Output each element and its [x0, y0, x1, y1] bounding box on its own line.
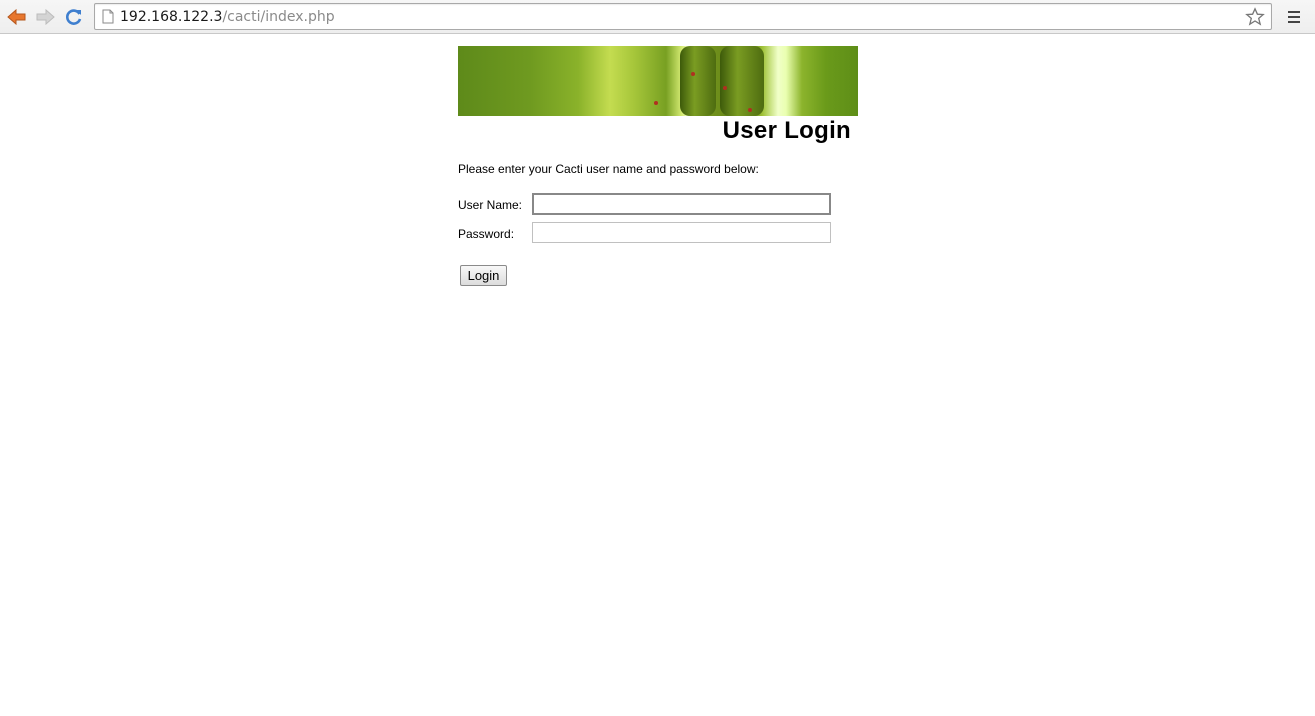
reload-icon [66, 9, 82, 25]
reload-button[interactable] [62, 5, 86, 29]
back-arrow-icon [7, 9, 26, 25]
hamburger-menu-icon[interactable] [1284, 7, 1304, 27]
login-button[interactable]: Login [460, 265, 507, 286]
back-button[interactable] [5, 5, 29, 29]
login-panel: User Login Please enter your Cacti user … [458, 46, 858, 286]
page-title: User Login [722, 117, 851, 144]
password-row: Password: [458, 222, 858, 248]
username-label: User Name: [458, 198, 523, 212]
page-icon [102, 9, 114, 24]
url-host: 192.168.122.3 [120, 9, 223, 25]
url-path: /cacti/index.php [222, 9, 335, 25]
address-bar[interactable]: 192.168.122.3/cacti/index.php [94, 3, 1272, 30]
password-label: Password: [458, 227, 515, 241]
login-instructions: Please enter your Cacti user name and pa… [458, 162, 759, 176]
username-row: User Name: [458, 193, 858, 219]
forward-button[interactable] [33, 5, 57, 29]
password-input[interactable] [532, 222, 831, 243]
username-input[interactable] [532, 193, 831, 215]
url-text: 192.168.122.3/cacti/index.php [120, 9, 335, 25]
browser-toolbar: 192.168.122.3/cacti/index.php [0, 0, 1315, 34]
star-icon[interactable] [1245, 7, 1265, 27]
cacti-banner-image [458, 46, 858, 116]
forward-arrow-icon [36, 9, 55, 25]
